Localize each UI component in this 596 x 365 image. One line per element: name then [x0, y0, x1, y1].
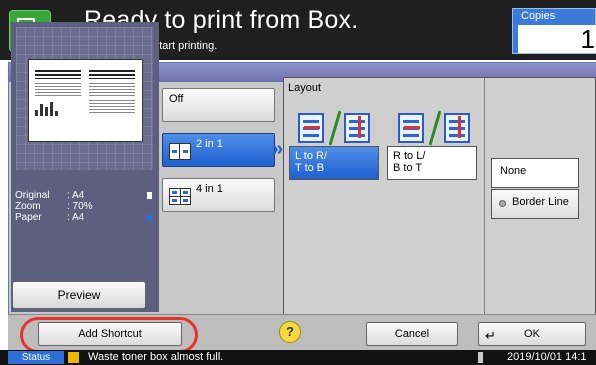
layout-r-to-l-line2: B to T: [393, 162, 423, 174]
border-line-label: Border Line: [512, 196, 569, 208]
paper-orientation-icon: [147, 214, 152, 221]
preview-info: Original : A4 Zoom : 70% Paper : A4: [15, 190, 155, 223]
status-message: Waste toner box almost full.: [88, 351, 224, 363]
preview-page-left: [35, 70, 81, 132]
layout-right-to-left-icon: [398, 110, 472, 146]
status-datetime: 2019/10/01 14:1: [507, 351, 587, 363]
layout-l-to-r-button[interactable]: L to R/ T to B: [289, 146, 379, 180]
two-in-one-label: 2 in 1: [196, 138, 223, 150]
status-button[interactable]: Status: [8, 351, 64, 364]
preview-sheet: [28, 59, 143, 142]
preview-area: Original : A4 Zoom : 70% Paper : A4: [11, 22, 159, 312]
info-row-original: Original : A4: [15, 190, 155, 201]
ok-label: OK: [524, 328, 540, 340]
preview-page-right: [89, 70, 135, 132]
layout-left-to-right-icon: [298, 110, 372, 146]
border-none-button[interactable]: None: [491, 158, 579, 188]
layout-divider: [484, 78, 485, 314]
layout-r-to-l-button[interactable]: R to L/ B to T: [387, 146, 477, 180]
cancel-button[interactable]: Cancel: [366, 322, 458, 346]
radio-indicator-icon: [499, 200, 506, 207]
copies-label: Copies: [521, 10, 556, 22]
portrait-orientation-icon: [147, 192, 152, 199]
usb-icon: [478, 352, 483, 363]
two-in-one-icon: [169, 143, 191, 160]
border-none-label: None: [500, 165, 527, 177]
four-in-one-label: 4 in 1: [196, 183, 223, 195]
preview-button[interactable]: Preview: [12, 281, 146, 309]
two-in-one-button[interactable]: 2 in 1: [162, 133, 275, 167]
copies-field[interactable]: Copies 1: [512, 8, 596, 54]
four-in-one-button[interactable]: 4 in 1: [162, 178, 275, 212]
copies-value[interactable]: 1: [518, 25, 596, 53]
layout-r-to-l-line1: R to L/: [393, 150, 426, 162]
off-label: Off: [169, 93, 184, 105]
layout-title: Layout: [288, 82, 322, 94]
border-line-button[interactable]: Border Line: [491, 189, 579, 219]
enter-icon: ↵: [485, 328, 496, 343]
info-row-paper: Paper : A4: [15, 212, 155, 223]
chevron-right-icon: »: [272, 138, 284, 160]
status-bar: Status Waste toner box almost full. 2019…: [0, 350, 596, 365]
add-shortcut-button[interactable]: Add Shortcut: [38, 322, 182, 346]
ok-button[interactable]: ↵ OK: [478, 322, 586, 346]
off-button[interactable]: Off: [162, 88, 275, 122]
help-icon[interactable]: ?: [279, 321, 301, 343]
four-in-one-icon: [169, 188, 191, 205]
layout-l-to-r-line2: T to B: [295, 162, 325, 174]
info-row-zoom: Zoom : 70%: [15, 201, 93, 212]
layout-l-to-r-line1: L to R/: [295, 150, 327, 162]
warning-icon: [68, 352, 79, 363]
